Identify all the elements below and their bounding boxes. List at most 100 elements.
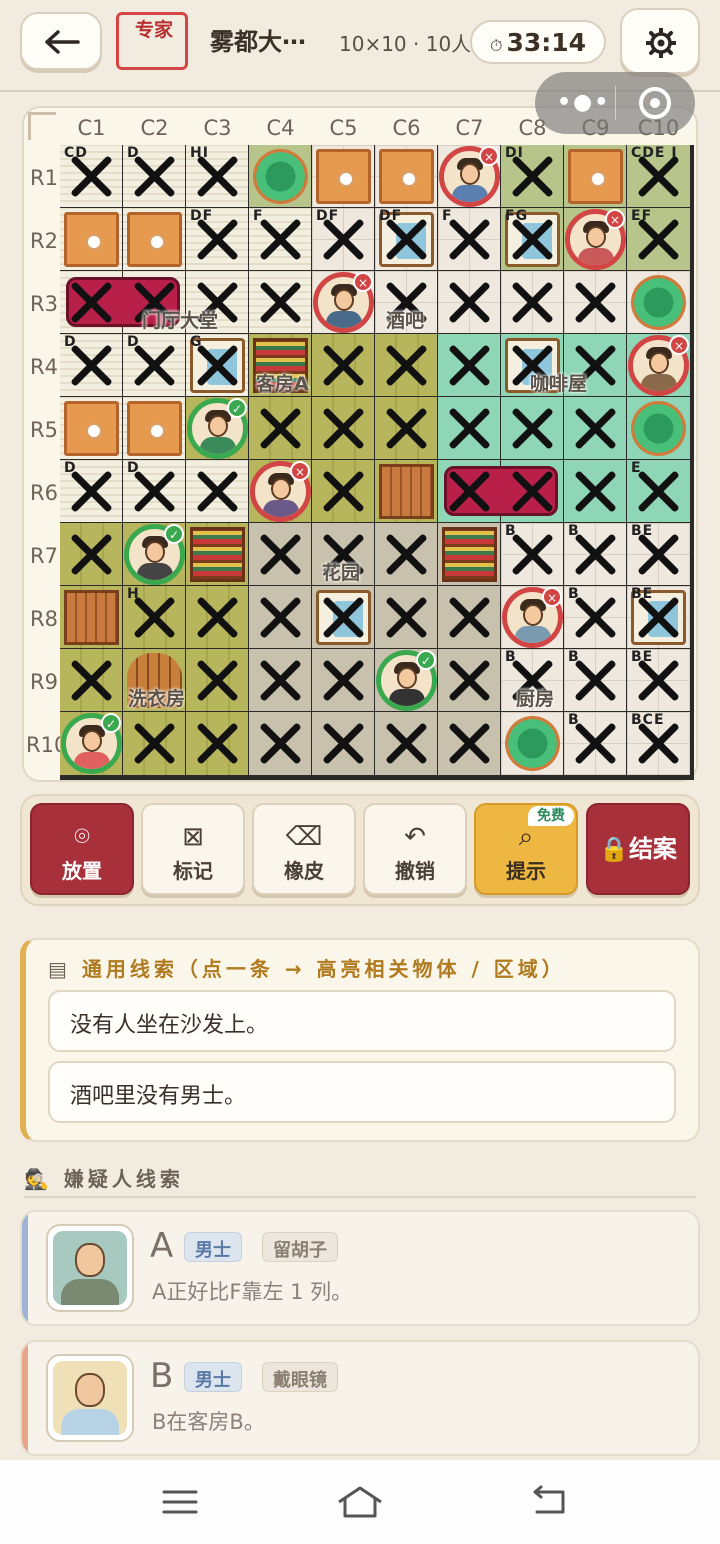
board-cell[interactable]: HI — [186, 145, 248, 207]
board-cell[interactable] — [123, 712, 185, 775]
board-cell[interactable] — [375, 145, 437, 207]
board-cell[interactable]: ✓ — [123, 523, 185, 585]
board-cell[interactable]: FG — [501, 208, 563, 270]
board-cell[interactable]: D — [60, 460, 122, 522]
board-cell[interactable] — [186, 712, 248, 775]
board-cell[interactable] — [312, 712, 374, 775]
board-cell[interactable]: × — [627, 334, 690, 396]
board-cell[interactable] — [249, 271, 311, 333]
close-program-icon[interactable] — [639, 87, 671, 119]
board-cell[interactable]: DI — [501, 145, 563, 207]
board-cell[interactable]: × — [438, 145, 500, 207]
board-cell[interactable]: D — [123, 460, 185, 522]
board-cell[interactable] — [564, 460, 626, 522]
board-cell[interactable]: ✓ — [375, 649, 437, 711]
general-clue-item[interactable]: 没有人坐在沙发上。 — [48, 990, 676, 1052]
board-cell[interactable]: × — [312, 271, 374, 333]
board-cell[interactable] — [312, 145, 374, 207]
general-clue-item[interactable]: 酒吧里没有男士。 — [48, 1061, 676, 1123]
board-cell[interactable] — [375, 397, 437, 459]
board-cell[interactable] — [564, 145, 626, 207]
suspect-card-a[interactable]: A 男士 留胡子 A正好比F靠左 1 列。 — [20, 1210, 700, 1326]
settings-button[interactable] — [620, 8, 700, 74]
board-cell[interactable]: × — [249, 460, 311, 522]
board-cell[interactable] — [186, 649, 248, 711]
board-cell[interactable] — [564, 397, 626, 459]
board-cell[interactable]: CD — [60, 145, 122, 207]
board-cell[interactable]: ✓ — [186, 397, 248, 459]
board-cell[interactable] — [312, 649, 374, 711]
board-cell[interactable]: DF — [375, 208, 437, 270]
board-cell[interactable] — [375, 712, 437, 775]
board-cell[interactable]: F — [249, 208, 311, 270]
board-cell[interactable]: D — [123, 145, 185, 207]
board-cell[interactable] — [249, 586, 311, 648]
back-button[interactable] — [20, 12, 102, 70]
board-cell[interactable]: BE — [627, 523, 690, 585]
board-cell[interactable]: DF — [186, 208, 248, 270]
board-cell[interactable] — [438, 460, 500, 522]
board-cell[interactable]: BE — [627, 649, 690, 711]
board-cell[interactable]: B — [564, 523, 626, 585]
board-cell[interactable] — [501, 271, 563, 333]
board-cell[interactable] — [564, 271, 626, 333]
board-cell[interactable]: ✓ — [60, 712, 122, 775]
board-cell[interactable] — [60, 271, 122, 333]
board-cell[interactable]: × — [564, 208, 626, 270]
board-cell[interactable] — [627, 271, 690, 333]
board-cell[interactable] — [312, 586, 374, 648]
board-cell[interactable] — [60, 208, 122, 270]
board-cell[interactable] — [375, 523, 437, 585]
close-case-button[interactable]: 🔒结案 — [586, 803, 690, 895]
board-cell[interactable]: × — [501, 586, 563, 648]
mini-program-capsule[interactable]: •●• — [535, 72, 695, 134]
board-cell[interactable]: BE — [627, 586, 690, 648]
board-cell[interactable] — [438, 649, 500, 711]
board-cell[interactable]: B — [564, 649, 626, 711]
board-cell[interactable] — [249, 712, 311, 775]
board-cell[interactable]: F — [438, 208, 500, 270]
board-cell[interactable] — [123, 397, 185, 459]
board-cell[interactable] — [60, 586, 122, 648]
board-cell[interactable] — [438, 523, 500, 585]
board-cell[interactable]: DF — [312, 208, 374, 270]
board-cell[interactable] — [501, 712, 563, 775]
place-button[interactable]: ⌾ 放置 — [30, 803, 134, 895]
mark-button[interactable]: ⊠ 标记 — [141, 803, 245, 895]
board-cell[interactable] — [60, 523, 122, 585]
board-cell[interactable] — [249, 397, 311, 459]
board-cell[interactable] — [60, 397, 122, 459]
more-icon[interactable]: •●• — [557, 90, 610, 115]
board-cell[interactable] — [312, 460, 374, 522]
board-cell[interactable] — [501, 460, 563, 522]
menu-icon[interactable] — [155, 1482, 205, 1522]
board-cell[interactable] — [249, 145, 311, 207]
board-cell[interactable] — [312, 397, 374, 459]
board-cell[interactable] — [438, 397, 500, 459]
board-cell[interactable] — [249, 649, 311, 711]
eraser-button[interactable]: ⌫ 橡皮 — [252, 803, 356, 895]
board-cell[interactable] — [375, 334, 437, 396]
home-icon[interactable] — [335, 1482, 385, 1522]
board-cell[interactable]: H — [123, 586, 185, 648]
board-cell[interactable] — [438, 712, 500, 775]
board-cell[interactable]: D — [60, 334, 122, 396]
board-cell[interactable] — [60, 649, 122, 711]
board-cell[interactable] — [186, 523, 248, 585]
board-cell[interactable] — [186, 460, 248, 522]
board-cell[interactable]: B — [564, 586, 626, 648]
suspect-card-b[interactable]: B 男士 戴眼镜 B在客房B。 — [20, 1340, 700, 1456]
board-cell[interactable]: BCE — [627, 712, 690, 775]
board-cell[interactable] — [501, 397, 563, 459]
board-cell[interactable]: D — [123, 334, 185, 396]
board-cell[interactable] — [186, 586, 248, 648]
board-cell[interactable]: EF — [627, 208, 690, 270]
board-cell[interactable] — [123, 208, 185, 270]
board-cell[interactable]: B — [501, 523, 563, 585]
board-cell[interactable]: B — [564, 712, 626, 775]
undo-button[interactable]: ↶ 撤销 — [363, 803, 467, 895]
board-cell[interactable] — [438, 334, 500, 396]
board-cell[interactable] — [627, 397, 690, 459]
board-cell[interactable] — [249, 523, 311, 585]
board-cell[interactable] — [375, 460, 437, 522]
